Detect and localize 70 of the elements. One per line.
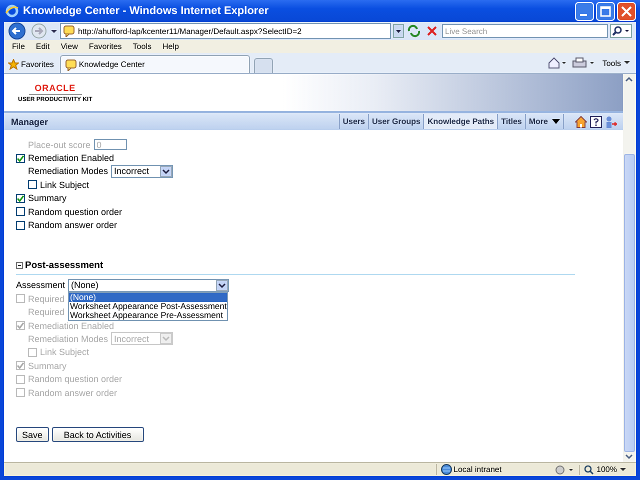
menu-item[interactable]: Tools [132,42,152,51]
caret-icon [552,119,560,124]
field-label: Random question order [28,206,122,217]
printer-icon[interactable] [572,56,596,70]
field-label: Remediation Enabled [28,320,114,331]
browser-tab[interactable]: Knowledge Center [60,55,250,73]
field-label: Place-out score [28,140,91,150]
nav-tab[interactable]: More [524,114,563,129]
checkbox[interactable] [16,194,25,203]
checkbox[interactable] [28,180,37,190]
home-icon[interactable] [575,116,587,128]
zoom-icon [584,464,594,474]
close-icon[interactable] [617,2,636,20]
field-label: Assessment [16,280,66,290]
field-label: Summary [28,193,67,204]
menu-item[interactable]: Help [162,42,179,51]
field-label: Remediation Modes [28,334,108,344]
collapse-icon[interactable] [16,262,23,269]
menu-item[interactable]: File [12,42,25,51]
maximize-icon[interactable] [596,2,615,20]
search-icon[interactable] [610,24,632,38]
menu-item[interactable]: Favorites [88,42,122,51]
home-icon[interactable] [548,56,568,70]
menu-item[interactable]: Edit [36,42,50,51]
checkbox[interactable] [16,154,25,163]
minimize-icon[interactable] [575,2,594,20]
caret-icon [624,61,630,65]
browser-logo-icon [5,4,19,18]
globe-icon [440,464,452,475]
field-label: Summary [28,360,67,371]
form-button[interactable]: Back to Activities [52,427,144,442]
checkbox[interactable] [16,207,25,216]
logout-icon[interactable] [605,116,617,128]
help-icon[interactable] [590,116,602,128]
back-icon[interactable] [8,22,28,40]
field-label: Link Subject [40,180,90,190]
field-label: Random question order [28,374,122,384]
caret-icon [620,468,626,472]
field-label: Required [28,294,65,304]
menu-item[interactable]: View [60,42,78,51]
field-label: Required [28,307,65,318]
checkbox[interactable] [16,220,25,230]
tools-button[interactable]: Tools [600,58,632,68]
dropdown-option[interactable]: Worksheet Appearance Pre-Assessment [69,310,228,320]
nav-tab[interactable]: Knowledge Paths [423,114,498,129]
dropdown-option[interactable]: Worksheet Appearance Post-Assessment [69,302,228,311]
nav-tab[interactable]: Users [338,114,368,129]
window-title: Knowledge Center - Windows Internet Explorer [23,5,270,17]
dropdown-option[interactable]: (None) [69,292,228,302]
zoom-control[interactable]: 100% [578,464,632,474]
address-field[interactable]: http://ahufford-lap/kcenter11/Manager/Default.aspx?SelectID=2 [60,23,391,39]
scroll-down-icon [623,452,635,462]
field-label: Link Subject [40,347,90,358]
logo-text: ORACLE [28,82,82,94]
field-label: Remediation Modes [28,166,108,176]
favorites-button[interactable]: Favorites [6,55,56,73]
scroll-thumb[interactable] [624,154,635,452]
scrollbar[interactable] [623,74,636,462]
section-heading: Post-assessment [25,260,104,271]
field-label: Remediation Enabled [28,153,114,164]
scroll-up-icon [623,74,635,84]
star-icon [8,58,19,70]
manager-title: Manager [11,116,50,126]
field-label: Random answer order [28,388,118,398]
zone-label: Local intranet [454,465,502,474]
nav-tab[interactable]: Titles [497,114,525,129]
dropdown[interactable]: Incorrect [111,164,174,178]
search-field[interactable]: Live Search [442,24,608,38]
form-button[interactable]: Save [16,427,49,442]
field-label: Random answer order [28,220,118,230]
